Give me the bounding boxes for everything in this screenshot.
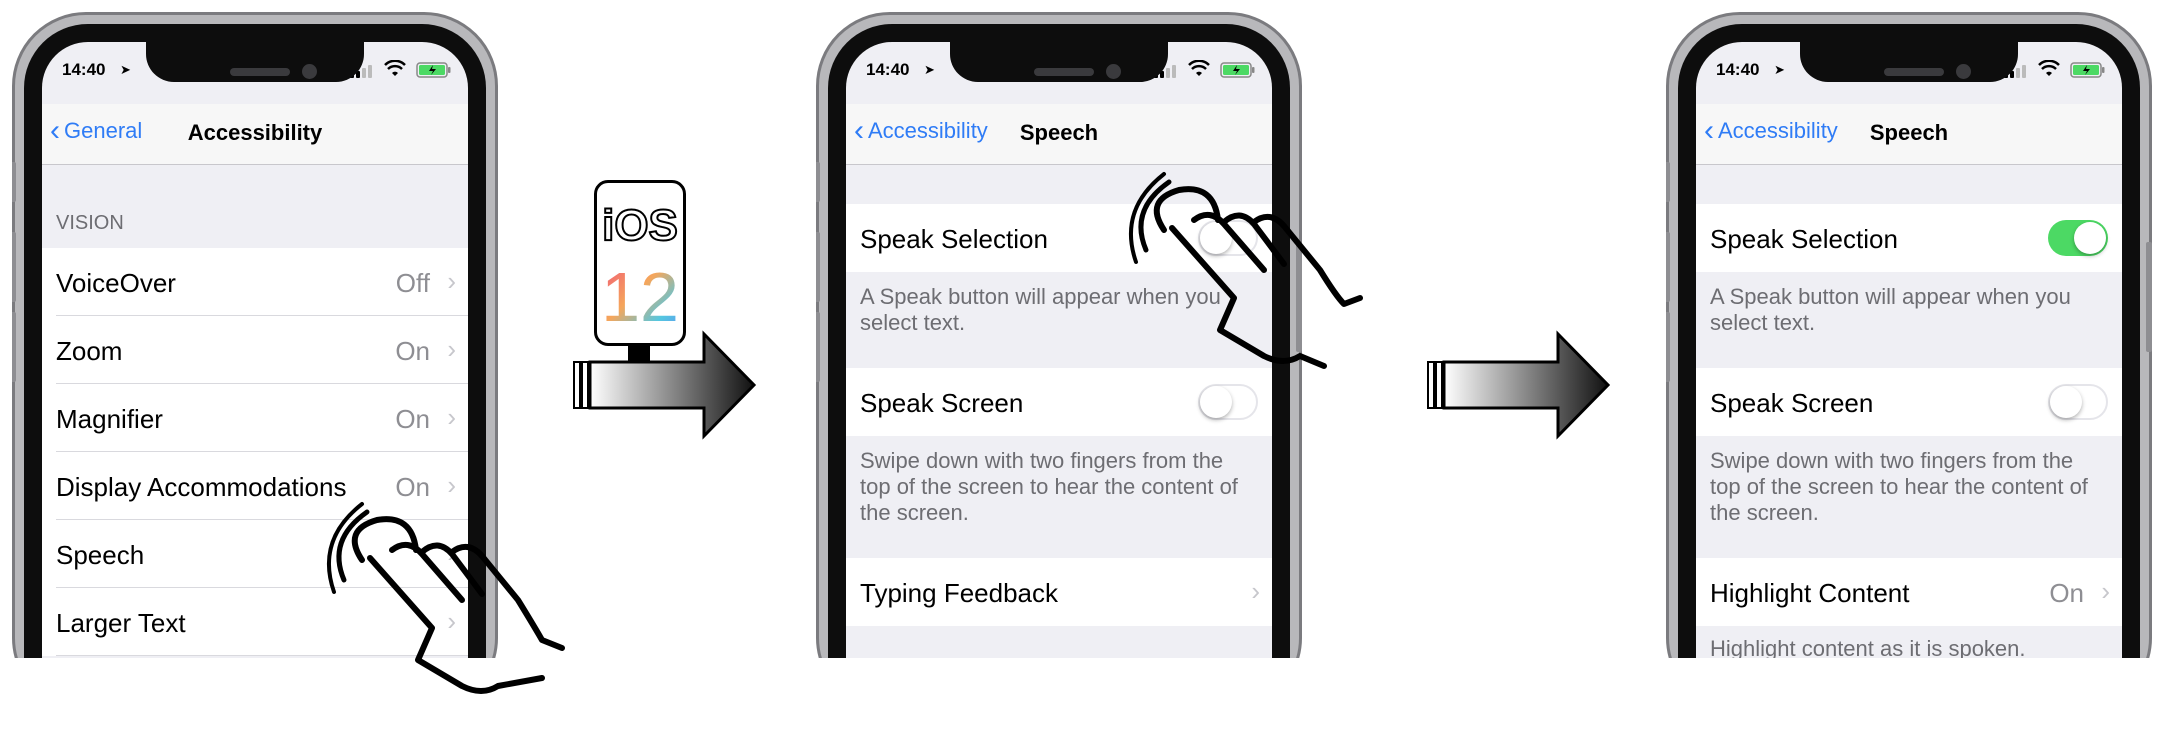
speak-screen-footer: Swipe down with two fingers from the top… [1710, 448, 2088, 525]
battery-icon [416, 62, 451, 78]
chevron-right-icon: › [447, 402, 456, 432]
row-value: On [2049, 578, 2084, 608]
status-time: 14:40 [866, 60, 910, 79]
navigation-bar: ‹ Accessibility Speech [846, 104, 1272, 165]
wifi-icon [2038, 60, 2060, 76]
volume-up-button [12, 232, 16, 302]
row-label: Speak Screen [1710, 388, 1874, 418]
row-label: Speech [56, 540, 145, 570]
notch [1800, 42, 2018, 82]
wifi-icon [384, 60, 406, 76]
earpiece-speaker [230, 68, 290, 76]
chevron-right-icon: › [2101, 576, 2110, 606]
speak-screen-toggle[interactable] [2048, 384, 2108, 420]
toggle-knob [2074, 222, 2106, 254]
mute-switch [816, 162, 820, 202]
row-label: VoiceOver [56, 268, 176, 298]
ios-version: 12 [597, 257, 683, 337]
row-label: Display Accommodations [56, 472, 347, 502]
front-camera [302, 64, 317, 79]
row-magnifier[interactable]: Magnifier On › [42, 384, 468, 452]
chevron-right-icon: › [447, 266, 456, 296]
row-label: Zoom [56, 336, 123, 366]
notch [950, 42, 1168, 82]
row-highlight-content[interactable]: Highlight Content On › [1696, 558, 2122, 626]
row-speak-screen: Speak Screen [1696, 368, 2122, 436]
row-voiceover[interactable]: VoiceOver Off › [42, 248, 468, 316]
status-time: 14:40 [62, 60, 106, 79]
earpiece-speaker [1034, 68, 1094, 76]
speak-selection-toggle[interactable] [2048, 220, 2108, 256]
tap-hand-icon [1128, 172, 1363, 369]
volume-down-button [1666, 312, 1670, 382]
row-label: Magnifier [56, 404, 163, 434]
row-label: Highlight Content [1710, 578, 1910, 608]
row-label: Typing Feedback [860, 578, 1059, 608]
speak-screen-footer: Swipe down with two fingers from the top… [860, 448, 1238, 525]
battery-icon [2070, 62, 2105, 78]
tap-hand-icon [326, 502, 565, 694]
volume-down-button [12, 312, 16, 382]
screen: 14:40 ➤ ‹ Accessibility Speech Speak Sel… [1696, 42, 2122, 658]
status-time: 14:40 [1716, 60, 1760, 79]
location-icon: ➤ [120, 62, 131, 77]
front-camera [1106, 64, 1121, 79]
row-value: On [395, 336, 430, 366]
notch [146, 42, 364, 82]
volume-down-button [816, 312, 820, 382]
row-speak-screen: Speak Screen [846, 368, 1272, 436]
navigation-bar: ‹ General Accessibility [42, 104, 468, 165]
ios-label: iOS [601, 200, 679, 251]
arrow-right-icon [1427, 330, 1611, 440]
ios-12-badge: iOS 12 [594, 180, 686, 346]
row-zoom[interactable]: Zoom On › [42, 316, 468, 384]
wifi-icon [1188, 60, 1210, 76]
section-header-vision: VISION [56, 212, 124, 234]
volume-up-button [1666, 232, 1670, 302]
row-label: Larger Text [56, 608, 186, 638]
chevron-right-icon: › [1251, 576, 1260, 606]
row-label: Speak Screen [860, 388, 1024, 418]
toggle-knob [1200, 386, 1232, 418]
row-typing-feedback[interactable]: Typing Feedback › [846, 558, 1272, 626]
front-camera [1956, 64, 1971, 79]
row-label: Speak Selection [1710, 224, 1898, 254]
page-title: Speech [1869, 120, 1949, 145]
toggle-knob [2050, 386, 2082, 418]
row-value: On [395, 472, 430, 502]
chevron-right-icon: › [447, 470, 456, 500]
earpiece-speaker [1884, 68, 1944, 76]
highlight-content-footer: Highlight content as it is spoken. [1710, 636, 2026, 658]
mute-switch [1666, 162, 1670, 202]
row-label: Speak Selection [860, 224, 1048, 254]
row-value: Off [395, 268, 430, 298]
battery-icon [1220, 62, 1255, 78]
chevron-right-icon: › [447, 334, 456, 364]
speak-selection-footer: A Speak button will appear when you sele… [1710, 284, 2071, 335]
speak-screen-toggle[interactable] [1198, 384, 1258, 420]
row-value: On [395, 404, 430, 434]
volume-up-button [816, 232, 820, 302]
row-speak-selection: Speak Selection [1696, 204, 2122, 272]
mute-switch [12, 162, 16, 202]
location-icon: ➤ [924, 62, 935, 77]
side-button [2146, 242, 2152, 352]
page-title: Accessibility [187, 120, 323, 145]
page-title: Speech [1019, 120, 1099, 145]
arrow-right-icon [573, 330, 757, 440]
location-icon: ➤ [1774, 62, 1785, 77]
phone-speech-after: 14:40 ➤ ‹ Accessibility Speech Speak Sel… [1666, 12, 2156, 658]
navigation-bar: ‹ Accessibility Speech [1696, 104, 2122, 165]
